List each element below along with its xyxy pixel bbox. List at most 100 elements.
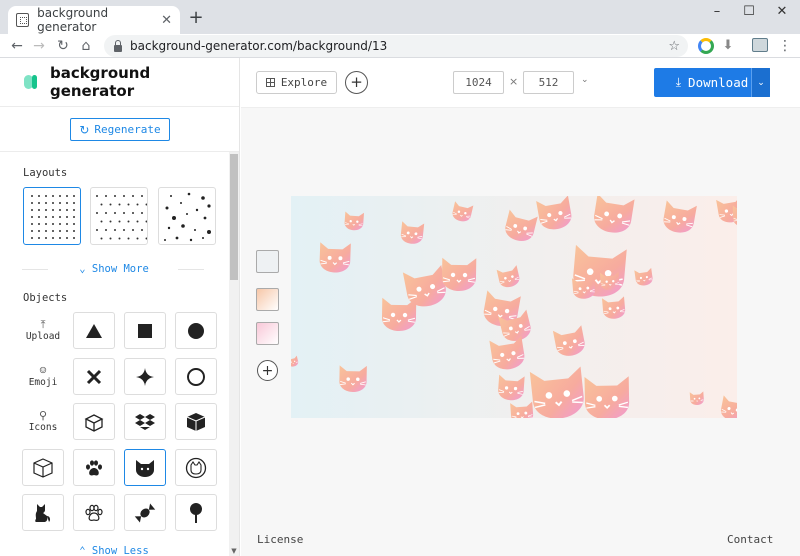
layout-random[interactable]	[158, 187, 216, 245]
object-cat-badge[interactable]	[175, 449, 217, 486]
object-dropbox[interactable]	[124, 403, 166, 440]
add-color-button[interactable]: +	[257, 360, 278, 381]
layout-dot	[105, 212, 107, 214]
download-extension-icon[interactable]: ⬇	[719, 37, 737, 55]
layout-dot	[109, 237, 112, 240]
layouts-label: Layouts	[23, 167, 68, 179]
grid-icon	[265, 78, 275, 87]
sidebar-scrollbar[interactable]: ▼	[229, 152, 239, 556]
add-button[interactable]: +	[345, 71, 368, 94]
layout-dot	[52, 230, 54, 232]
layout-dot	[31, 202, 33, 204]
logo-icon	[24, 75, 40, 89]
color-swatch-2[interactable]	[256, 288, 279, 311]
upload-icon: ⤒	[40, 318, 46, 331]
close-window-button[interactable]: ✕	[770, 4, 794, 19]
size-preset-chevron-icon[interactable]: ⌄	[581, 75, 589, 85]
height-input[interactable]: 512	[523, 71, 574, 94]
upload-button[interactable]: ⤒ Upload	[22, 312, 64, 349]
forward-icon[interactable]: →	[30, 37, 48, 55]
home-icon[interactable]: ⌂	[77, 37, 95, 55]
layout-dot	[136, 203, 139, 206]
layout-dot	[114, 229, 116, 231]
browser-tab-bar: background generator ✕ + – ☐ ✕	[0, 0, 800, 34]
chevron-down-icon: ⌄	[79, 263, 86, 275]
color-swatch-1[interactable]	[256, 250, 279, 273]
object-cross[interactable]	[73, 358, 115, 395]
explore-button[interactable]: Explore	[256, 71, 337, 94]
layout-dot	[31, 237, 33, 239]
reload-icon[interactable]: ↻	[54, 37, 72, 55]
object-lollipop[interactable]	[175, 494, 217, 531]
background-preview-canvas[interactable]	[291, 196, 737, 418]
close-tab-icon[interactable]: ✕	[161, 13, 172, 28]
contact-link[interactable]: Contact	[727, 533, 773, 546]
cat-shape	[718, 394, 737, 418]
layout-dot	[100, 237, 103, 240]
browser-tab[interactable]: background generator ✕	[8, 6, 180, 34]
layout-dot	[38, 195, 40, 197]
layout-dot	[31, 195, 33, 197]
show-more-link[interactable]: ⌄ Show More	[0, 263, 228, 275]
menu-kebab-icon[interactable]: ⋮	[776, 37, 794, 55]
cat-shape	[399, 220, 425, 246]
license-link[interactable]: License	[257, 533, 303, 546]
object-open-box[interactable]	[73, 403, 115, 440]
layout-dot	[66, 195, 68, 197]
layout-dot	[59, 230, 61, 232]
back-icon[interactable]: ←	[8, 37, 26, 55]
object-triangle[interactable]	[73, 312, 115, 349]
layout-dot	[66, 202, 68, 204]
layout-dot	[109, 203, 112, 206]
emoji-button[interactable]: ☺ Emoji	[22, 358, 64, 395]
layout-dot	[38, 209, 40, 211]
layout-dot	[145, 237, 147, 240]
profile-icon[interactable]	[752, 38, 768, 52]
object-candy[interactable]	[124, 494, 166, 531]
new-tab-button[interactable]: +	[186, 8, 206, 28]
bookmark-star-icon[interactable]: ☆	[668, 39, 680, 54]
layout-dot	[45, 237, 47, 239]
cat-sitting-icon	[35, 503, 51, 522]
cat-shape	[381, 297, 417, 332]
download-options-chevron-icon[interactable]: ⌄	[751, 68, 770, 97]
layout-offset[interactable]	[90, 187, 148, 245]
object-box-outline[interactable]	[22, 449, 64, 486]
layout-dot	[105, 195, 107, 197]
scrollbar-thumb[interactable]	[230, 154, 238, 280]
layout-dot	[52, 216, 54, 218]
cat-shape	[509, 401, 535, 418]
layout-dot	[100, 203, 103, 206]
url-bar[interactable]: background-generator.com/background/13 ☆	[104, 35, 688, 57]
object-cat-sitting[interactable]	[22, 494, 64, 531]
object-circle[interactable]	[175, 312, 217, 349]
object-paw-outline[interactable]	[73, 494, 115, 531]
brand[interactable]: background generator	[24, 64, 239, 100]
width-input[interactable]: 1024	[453, 71, 504, 94]
cat-badge-icon	[185, 457, 207, 478]
layout-dot	[141, 212, 143, 214]
layout-grid[interactable]	[23, 187, 81, 245]
object-ring[interactable]	[175, 358, 217, 395]
cat-shape	[661, 199, 698, 236]
show-less-link[interactable]: ⌃ Show Less	[0, 545, 228, 556]
layout-dot	[127, 237, 130, 240]
scroll-down-arrow-icon[interactable]: ▼	[230, 547, 238, 555]
maximize-button[interactable]: ☐	[737, 4, 761, 19]
layout-dot	[45, 195, 47, 197]
color-swatch-3[interactable]	[256, 322, 279, 345]
minimize-button[interactable]: –	[705, 4, 729, 19]
icons-button[interactable]: ⚲ Icons	[22, 403, 64, 440]
object-cube[interactable]	[175, 403, 217, 440]
cat-shape	[318, 241, 352, 274]
regenerate-button[interactable]: ↻ Regenerate	[70, 118, 170, 141]
object-paw[interactable]	[73, 449, 115, 486]
object-sparkle[interactable]	[124, 358, 166, 395]
layout-dot	[38, 216, 40, 218]
layout-dot	[73, 202, 75, 204]
object-square[interactable]	[124, 312, 166, 349]
search-icon: ⚲	[38, 409, 48, 422]
object-cat-face[interactable]	[124, 449, 166, 486]
extension-icon[interactable]	[698, 38, 714, 54]
download-icon: ⤓	[675, 75, 682, 89]
